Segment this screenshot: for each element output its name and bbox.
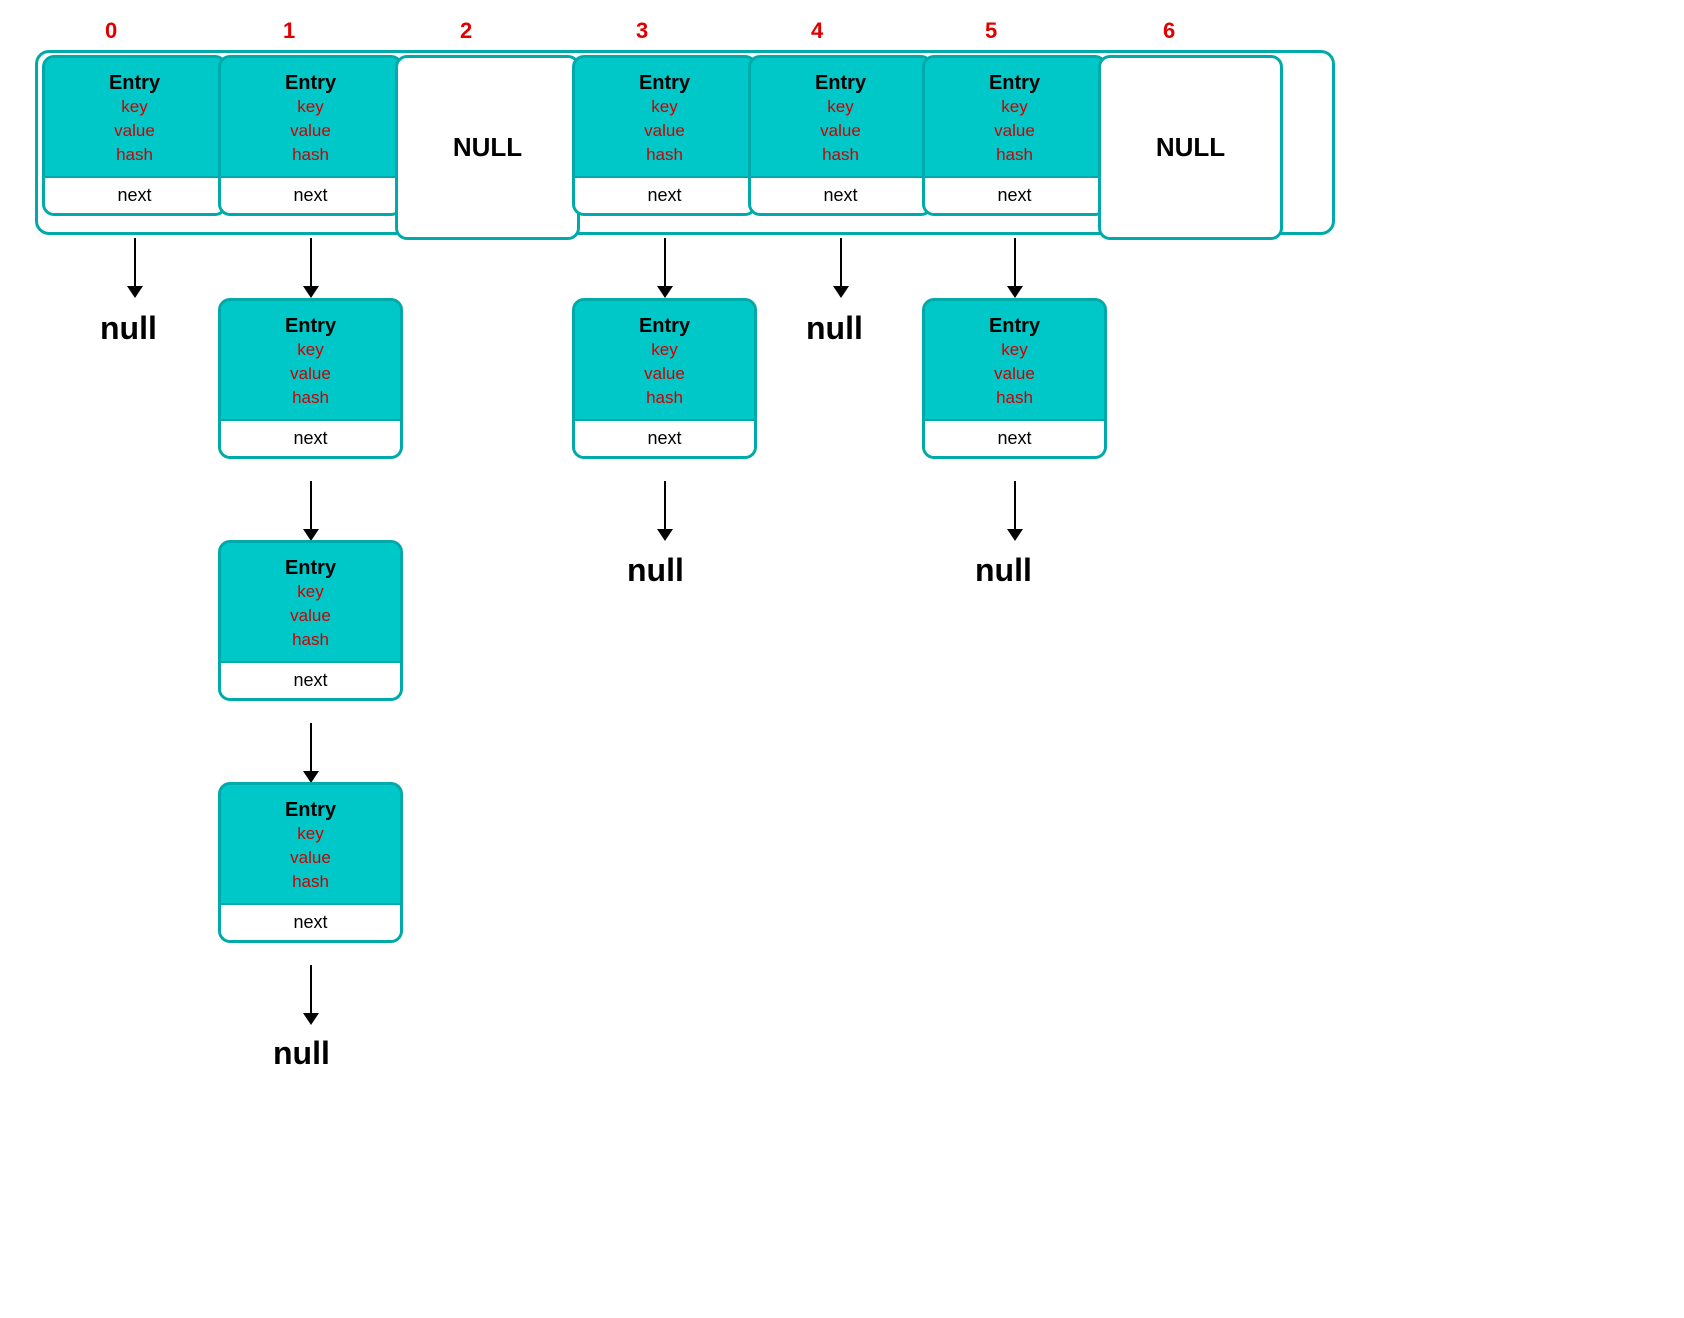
entry-hash-0-3: hash: [583, 143, 746, 167]
index-4: 4: [811, 18, 823, 44]
entry-next-1-5: next: [925, 419, 1104, 456]
arrow-1-down: [303, 238, 319, 298]
null-label-3: null: [627, 552, 684, 589]
entry-next-0-0: next: [45, 176, 224, 213]
entry-key-3-1: key: [229, 822, 392, 846]
entry-value-0-0: value: [53, 119, 216, 143]
entry-title-2-1: Entry: [229, 557, 392, 580]
arrow-1-3-down: [303, 965, 319, 1025]
entry-key-1-3: key: [583, 338, 746, 362]
entry-value-0-4: value: [759, 119, 922, 143]
entry-key-0-3: key: [583, 95, 746, 119]
array-entry-3: Entry key value hash next: [572, 55, 757, 216]
arrow-1-2-down: [303, 723, 319, 783]
array-null-2: NULL: [395, 55, 580, 240]
entry-hash-0-4: hash: [759, 143, 922, 167]
null-label-0: null: [100, 310, 157, 347]
entry-next-1-3: next: [575, 419, 754, 456]
entry-key-0-0: key: [53, 95, 216, 119]
entry-next-3-1: next: [221, 903, 400, 940]
entry-5-1: Entry key value hash next: [922, 298, 1107, 459]
entry-key-0-1: key: [229, 95, 392, 119]
entry-1-2: Entry key value hash next: [218, 540, 403, 701]
index-6: 6: [1163, 18, 1175, 44]
arrow-1-1-down: [303, 481, 319, 541]
entry-hash-2-1: hash: [229, 628, 392, 652]
entry-hash-3-1: hash: [229, 870, 392, 894]
entry-value-1-3: value: [583, 362, 746, 386]
entry-value-1-5: value: [933, 362, 1096, 386]
array-entry-5: Entry key value hash next: [922, 55, 1107, 216]
entry-value-0-5: value: [933, 119, 1096, 143]
null-box-label-6: NULL: [1156, 132, 1225, 163]
entry-1-1: Entry key value hash next: [218, 298, 403, 459]
arrow-3-1-down: [657, 481, 673, 541]
entry-1-3: Entry key value hash next: [218, 782, 403, 943]
array-entry-1: Entry key value hash next: [218, 55, 403, 216]
entry-hash-1-5: hash: [933, 386, 1096, 410]
entry-next-0-3: next: [575, 176, 754, 213]
index-3: 3: [636, 18, 648, 44]
entry-hash-1-1: hash: [229, 386, 392, 410]
null-label-1-3: null: [273, 1035, 330, 1072]
entry-value-2-1: value: [229, 604, 392, 628]
array-null-6: NULL: [1098, 55, 1283, 240]
entry-next-2-1: next: [221, 661, 400, 698]
entry-title-0-3: Entry: [583, 72, 746, 95]
entry-key-1-1: key: [229, 338, 392, 362]
entry-title-0-0: Entry: [53, 72, 216, 95]
entry-value-3-1: value: [229, 846, 392, 870]
array-entry-4: Entry key value hash next: [748, 55, 933, 216]
index-2: 2: [460, 18, 472, 44]
index-0: 0: [105, 18, 117, 44]
arrow-4-down: [833, 238, 849, 298]
arrow-0-down: [127, 238, 143, 298]
entry-title-1-3: Entry: [583, 315, 746, 338]
entry-hash-0-5: hash: [933, 143, 1096, 167]
entry-key-2-1: key: [229, 580, 392, 604]
entry-title-1-1: Entry: [229, 315, 392, 338]
entry-key-0-4: key: [759, 95, 922, 119]
entry-next-0-1: next: [221, 176, 400, 213]
index-1: 1: [283, 18, 295, 44]
null-label-5: null: [975, 552, 1032, 589]
array-entry-0: Entry key value hash next: [42, 55, 227, 216]
entry-title-1-5: Entry: [933, 315, 1096, 338]
null-box-label-2: NULL: [453, 132, 522, 163]
entry-title-0-4: Entry: [759, 72, 922, 95]
null-label-4: null: [806, 310, 863, 347]
entry-hash-1-3: hash: [583, 386, 746, 410]
entry-next-1-1: next: [221, 419, 400, 456]
entry-next-0-4: next: [751, 176, 930, 213]
entry-value-0-1: value: [229, 119, 392, 143]
arrow-3-down: [657, 238, 673, 298]
entry-value-0-3: value: [583, 119, 746, 143]
entry-value-1-1: value: [229, 362, 392, 386]
entry-title-3-1: Entry: [229, 799, 392, 822]
arrow-5-1-down: [1007, 481, 1023, 541]
entry-key-0-5: key: [933, 95, 1096, 119]
entry-hash-0-1: hash: [229, 143, 392, 167]
arrow-5-down: [1007, 238, 1023, 298]
index-5: 5: [985, 18, 997, 44]
entry-hash-0-0: hash: [53, 143, 216, 167]
entry-next-0-5: next: [925, 176, 1104, 213]
entry-key-1-5: key: [933, 338, 1096, 362]
entry-3-1: Entry key value hash next: [572, 298, 757, 459]
entry-title-0-1: Entry: [229, 72, 392, 95]
entry-title-0-5: Entry: [933, 72, 1096, 95]
